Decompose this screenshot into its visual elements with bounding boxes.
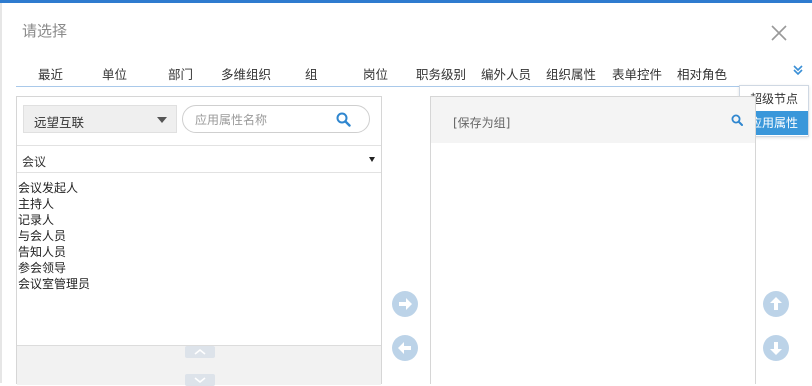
selected-panel-header: [保存为组] — [431, 97, 755, 143]
close-icon[interactable] — [768, 22, 790, 44]
list-item[interactable]: 与会人员 — [17, 228, 381, 244]
move-left-button[interactable] — [392, 335, 418, 361]
list-item[interactable]: 告知人员 — [17, 244, 381, 260]
tab-job-level[interactable]: 职务级别 — [416, 64, 466, 83]
tab-relative-role[interactable]: 相对角色 — [677, 64, 727, 83]
move-up-button[interactable] — [763, 291, 789, 317]
tab-org-attribute[interactable]: 组织属性 — [546, 64, 596, 83]
tab-unit[interactable]: 单位 — [102, 64, 127, 83]
search-input[interactable] — [193, 110, 337, 130]
org-select[interactable]: 远望互联 — [23, 105, 177, 133]
scroll-up-button[interactable] — [185, 346, 215, 358]
tab-department[interactable]: 部门 — [168, 64, 193, 83]
tab-multi-dim-org[interactable]: 多维组织 — [221, 64, 271, 83]
search-icon[interactable] — [336, 112, 351, 127]
tab-recent[interactable]: 最近 — [38, 64, 63, 83]
list-item[interactable]: 记录人 — [17, 212, 381, 228]
move-right-button[interactable] — [392, 291, 418, 317]
tab-form-control[interactable]: 表单控件 — [612, 64, 662, 83]
tab-bar: 最近 单位 部门 多维组织 组 岗位 职务级别 编外人员 组织属性 表单控件 相… — [16, 60, 806, 87]
list-item[interactable]: 会议发起人 — [17, 180, 381, 196]
list-item[interactable]: 会议室管理员 — [17, 276, 381, 292]
tab-group[interactable]: 组 — [305, 64, 318, 83]
dialog-title: 请选择 — [22, 22, 68, 40]
scroll-down-button[interactable] — [185, 374, 215, 386]
window-top-bar — [0, 0, 812, 3]
list-footer — [17, 345, 381, 386]
list-item[interactable]: 参会领导 — [17, 260, 381, 276]
tab-post[interactable]: 岗位 — [363, 64, 388, 83]
selected-panel: [保存为组] — [430, 96, 756, 384]
caret-down-icon — [369, 157, 375, 162]
search-box — [182, 105, 370, 133]
double-chevron-down-icon[interactable] — [792, 64, 804, 76]
tab-external-staff[interactable]: 编外人员 — [481, 64, 531, 83]
list-item[interactable]: 主持人 — [17, 196, 381, 212]
category-select-value: 会议 — [22, 155, 47, 169]
search-icon[interactable] — [731, 114, 743, 126]
move-down-button[interactable] — [763, 335, 789, 361]
save-as-group-link[interactable]: [保存为组] — [453, 114, 510, 131]
window-left-edge — [0, 3, 2, 383]
caret-down-icon — [157, 117, 167, 123]
candidate-list: 会议发起人 主持人 记录人 与会人员 告知人员 参会领导 会议室管理员 — [17, 180, 381, 292]
category-select[interactable]: 会议 — [17, 145, 381, 173]
org-select-value: 远望互联 — [34, 115, 85, 130]
candidate-panel: 远望互联 会议 会议发起人 主持人 记录人 与会人员 告知人员 参会领导 会议室… — [16, 96, 382, 386]
